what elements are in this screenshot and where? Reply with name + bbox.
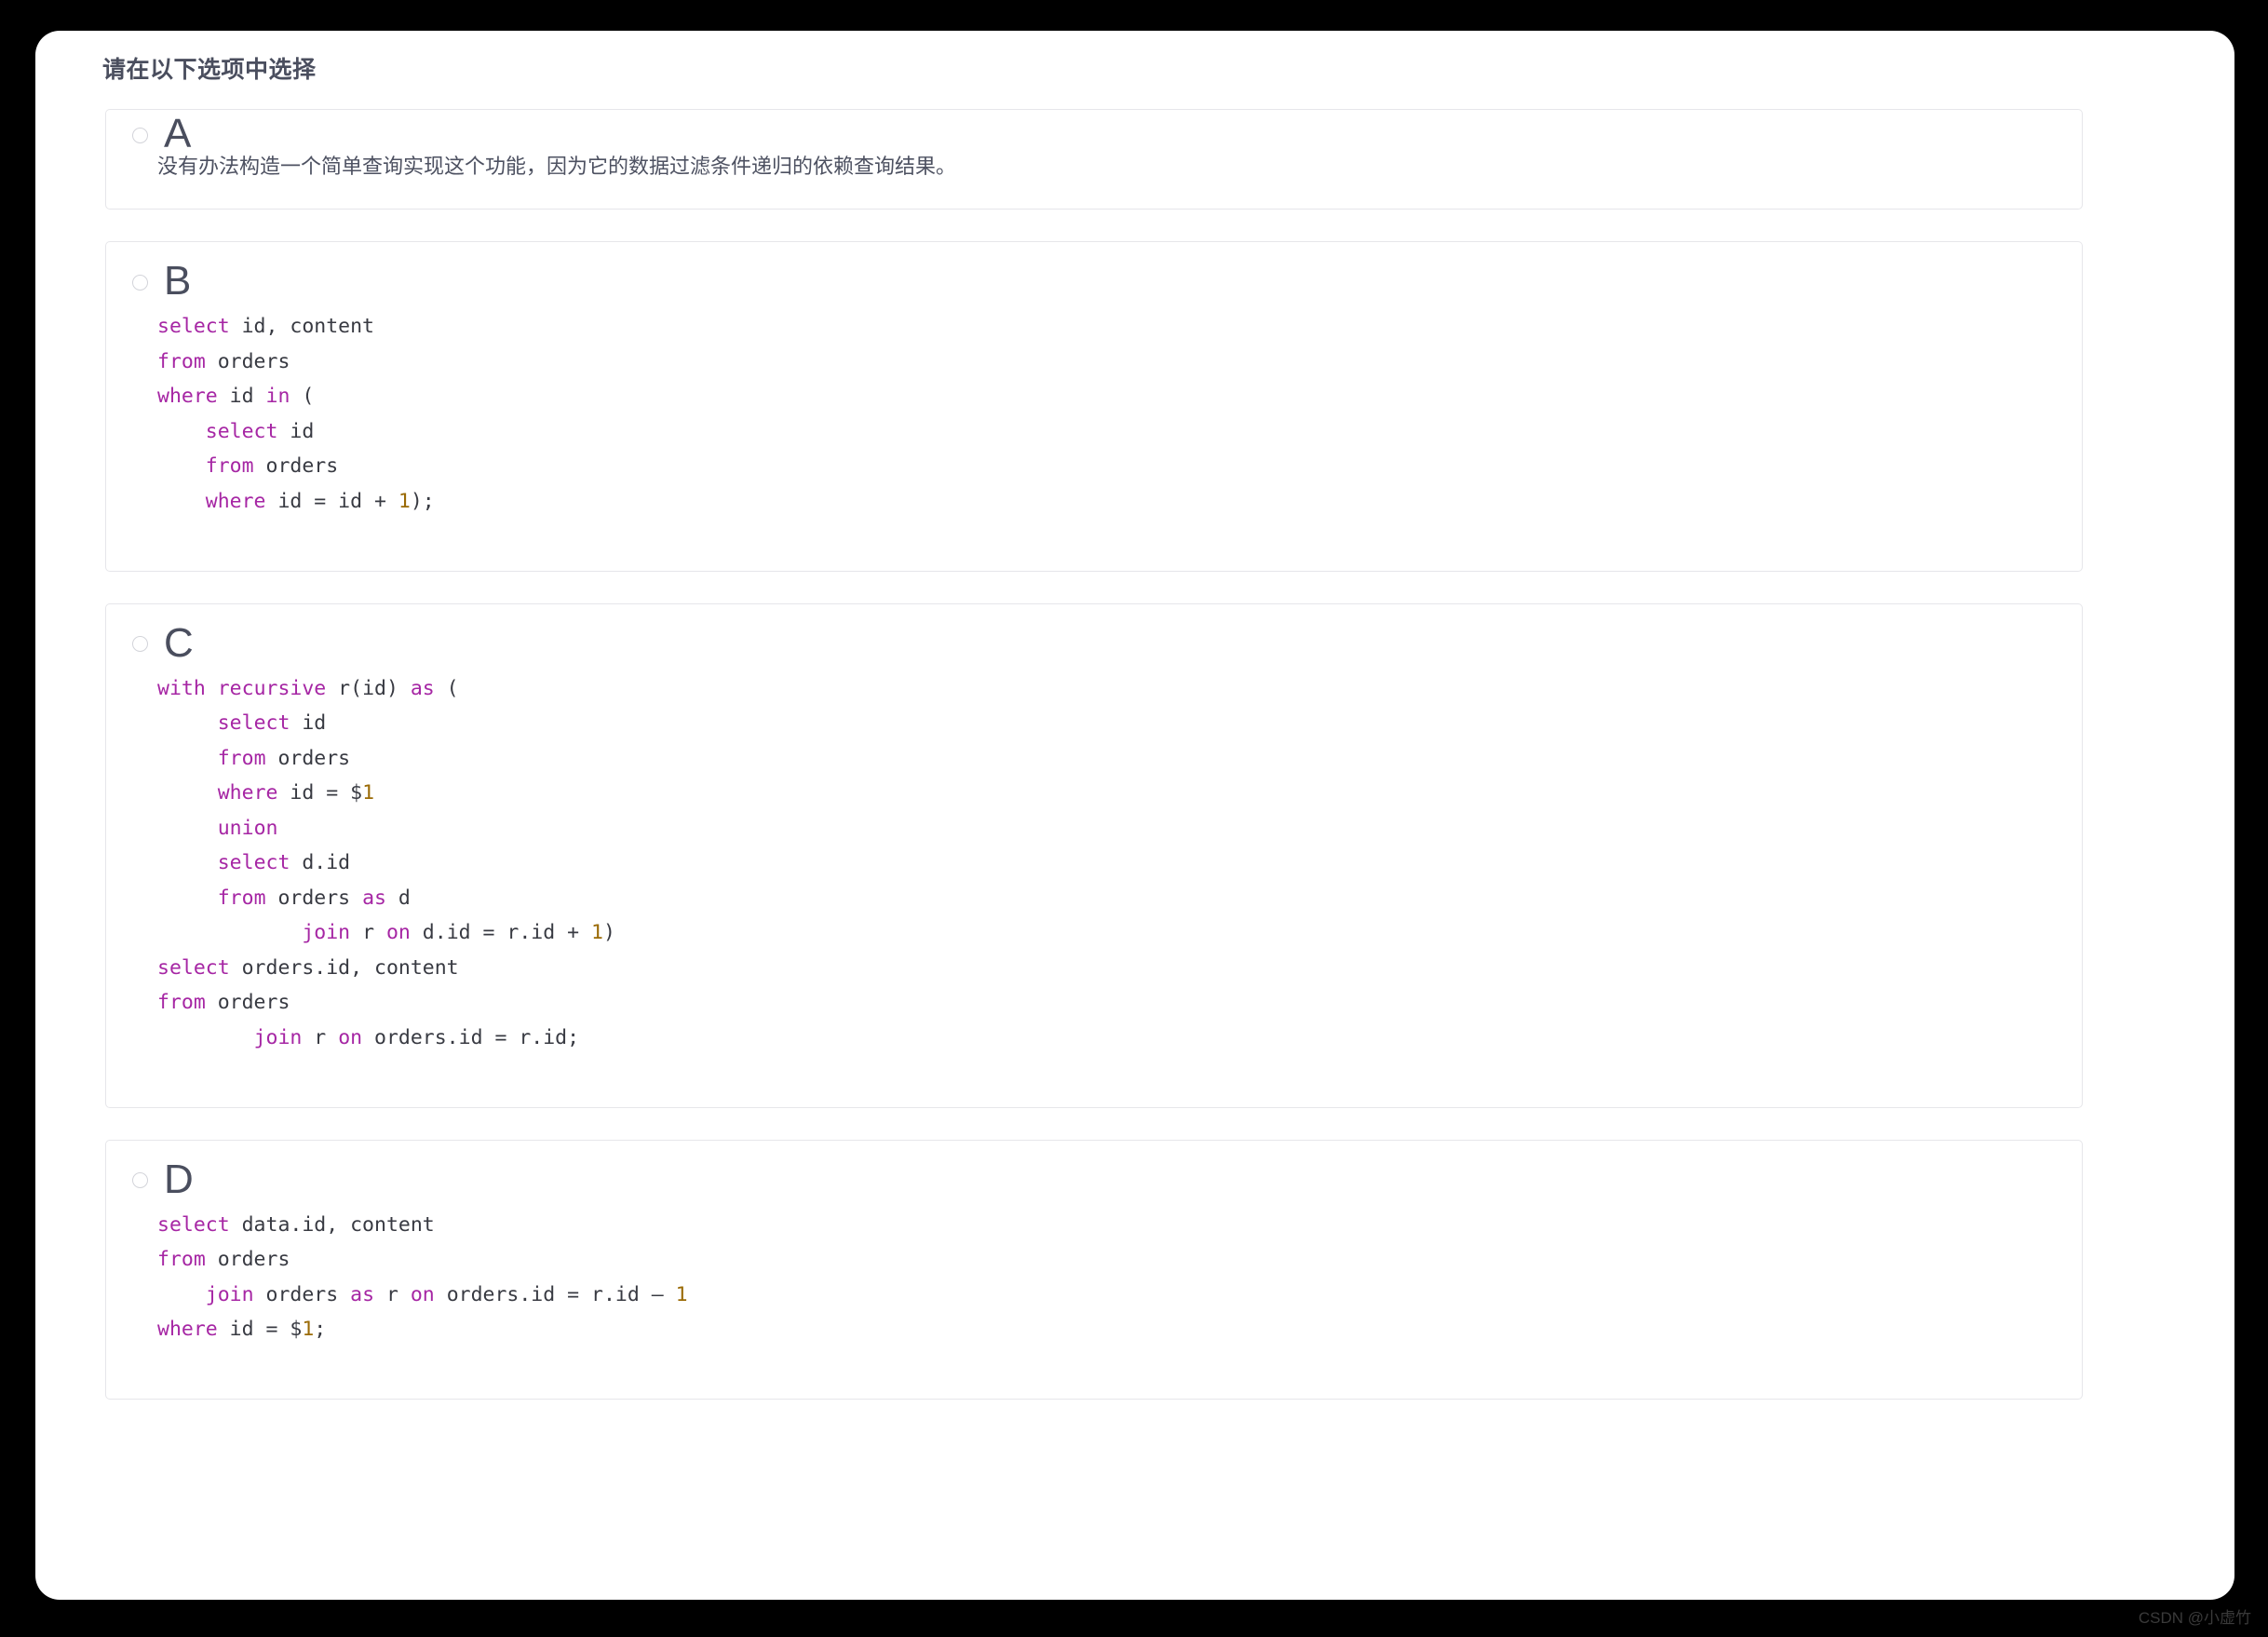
option-a-header[interactable]: A <box>106 110 2082 158</box>
radio-button-c[interactable] <box>132 636 148 652</box>
option-a-body: 没有办法构造一个简单查询实现这个功能，因为它的数据过滤条件递归的依赖查询结果。 <box>106 153 2082 209</box>
content-sheet: 请在以下选项中选择 A 没有办法构造一个简单查询实现这个功能，因为它的数据过滤条… <box>35 31 2234 1600</box>
option-b-code: select id, content from orders where id … <box>157 315 435 513</box>
option-a-text: 没有办法构造一个简单查询实现这个功能，因为它的数据过滤条件递归的依赖查询结果。 <box>157 155 957 178</box>
option-c-header[interactable]: C <box>106 617 2082 670</box>
radio-button-a[interactable] <box>132 127 148 143</box>
option-b-body: select id, content from orders where id … <box>106 309 2082 550</box>
option-card-c[interactable]: C with recursive r(id) as ( select id fr… <box>105 602 2083 1108</box>
option-d-letter: D <box>164 1156 194 1202</box>
option-c-body: with recursive r(id) as ( select id from… <box>106 671 2082 1088</box>
option-list: A 没有办法构造一个简单查询实现这个功能，因为它的数据过滤条件递归的依赖查询结果… <box>105 109 2083 1431</box>
radio-button-b[interactable] <box>132 274 148 291</box>
option-c-letter: C <box>164 619 194 666</box>
page-title: 请在以下选项中选择 <box>102 57 317 83</box>
option-a-letter: A <box>164 111 192 156</box>
option-d-code: select data.id, content from orders join… <box>157 1212 688 1342</box>
screen-root: 请在以下选项中选择 A 没有办法构造一个简单查询实现这个功能，因为它的数据过滤条… <box>0 0 2268 1637</box>
radio-button-d[interactable] <box>132 1172 148 1188</box>
option-b-header[interactable]: B <box>106 255 2082 307</box>
option-d-header[interactable]: D <box>106 1154 2082 1206</box>
csdn-watermark: CSDN @小虚竹 <box>2138 1609 2251 1627</box>
option-c-code: with recursive r(id) as ( select id from… <box>157 676 615 1049</box>
option-card-d[interactable]: D select data.id, content from orders jo… <box>105 1139 2083 1400</box>
option-card-a[interactable]: A 没有办法构造一个简单查询实现这个功能，因为它的数据过滤条件递归的依赖查询结果… <box>105 109 2083 210</box>
option-b-letter: B <box>164 258 192 304</box>
option-d-body: select data.id, content from orders join… <box>106 1208 2082 1379</box>
content-sheet-inner: 请在以下选项中选择 A 没有办法构造一个简单查询实现这个功能，因为它的数据过滤条… <box>35 31 2234 1600</box>
option-card-b[interactable]: B select id, content from orders where i… <box>105 241 2083 572</box>
